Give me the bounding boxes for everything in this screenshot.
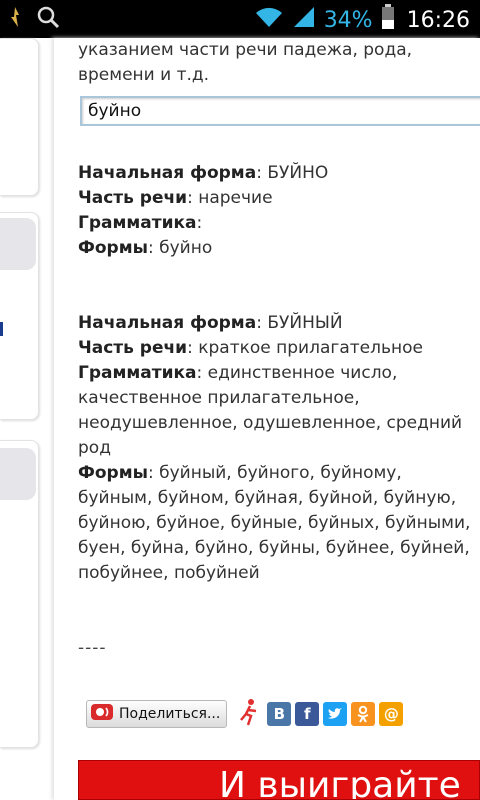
facebook-icon[interactable]: f bbox=[295, 702, 320, 726]
odnoklassniki-icon[interactable] bbox=[351, 702, 376, 726]
search-input[interactable] bbox=[80, 96, 480, 126]
mailru-icon[interactable]: @ bbox=[379, 702, 404, 726]
pos-value: наречие bbox=[198, 188, 273, 208]
wifi-icon bbox=[254, 5, 284, 35]
forms-value: буйно bbox=[159, 238, 213, 258]
forms-label: Формы bbox=[78, 238, 148, 258]
share-icon bbox=[91, 702, 113, 726]
ad-banner[interactable]: И выиграйте bbox=[78, 760, 480, 800]
signal-icon bbox=[292, 5, 316, 35]
share-button-label: Поделиться... bbox=[119, 706, 221, 722]
search-icon bbox=[36, 5, 60, 33]
form-label: Начальная форма bbox=[78, 313, 257, 333]
clock: 16:26 bbox=[406, 7, 470, 33]
forms-label: Формы bbox=[78, 463, 148, 483]
main-content: указанием части речи падежа, рода, време… bbox=[54, 38, 480, 800]
share-row: Поделиться... B f @ bbox=[86, 698, 404, 730]
pos-label: Часть речи bbox=[78, 188, 188, 208]
result-entry: Начальная форма: БУЙНЫЙ Часть речи: крат… bbox=[78, 313, 471, 583]
twitter-icon[interactable] bbox=[323, 702, 348, 726]
sidebar-link-marker[interactable] bbox=[0, 322, 3, 336]
sidebar-card bbox=[0, 38, 39, 196]
vkontakte-icon[interactable]: B bbox=[267, 702, 292, 726]
grammar-label: Грамматика bbox=[78, 363, 197, 383]
grammar-label: Грамматика bbox=[78, 213, 197, 233]
pos-value: краткое прилагательное bbox=[198, 338, 423, 358]
notification-icon bbox=[8, 6, 22, 32]
intro-text: указанием части речи падежа, рода, време… bbox=[78, 40, 413, 85]
sidebar-tab[interactable] bbox=[0, 448, 36, 500]
runner-icon[interactable] bbox=[237, 698, 263, 730]
share-button[interactable]: Поделиться... bbox=[86, 700, 228, 728]
result-entry: Начальная форма: БУЙНО Часть речи: нареч… bbox=[78, 163, 329, 258]
form-label: Начальная форма bbox=[78, 163, 257, 183]
form-value: БУЙНЫЙ bbox=[267, 313, 343, 333]
pos-label: Часть речи bbox=[78, 338, 188, 358]
status-bar: 34% 16:26 bbox=[0, 0, 480, 38]
battery-icon bbox=[381, 4, 395, 36]
separator: ---- bbox=[78, 638, 107, 658]
battery-percent: 34% bbox=[323, 7, 373, 33]
form-value: БУЙНО bbox=[267, 163, 329, 183]
sidebar-tab[interactable] bbox=[0, 218, 36, 270]
